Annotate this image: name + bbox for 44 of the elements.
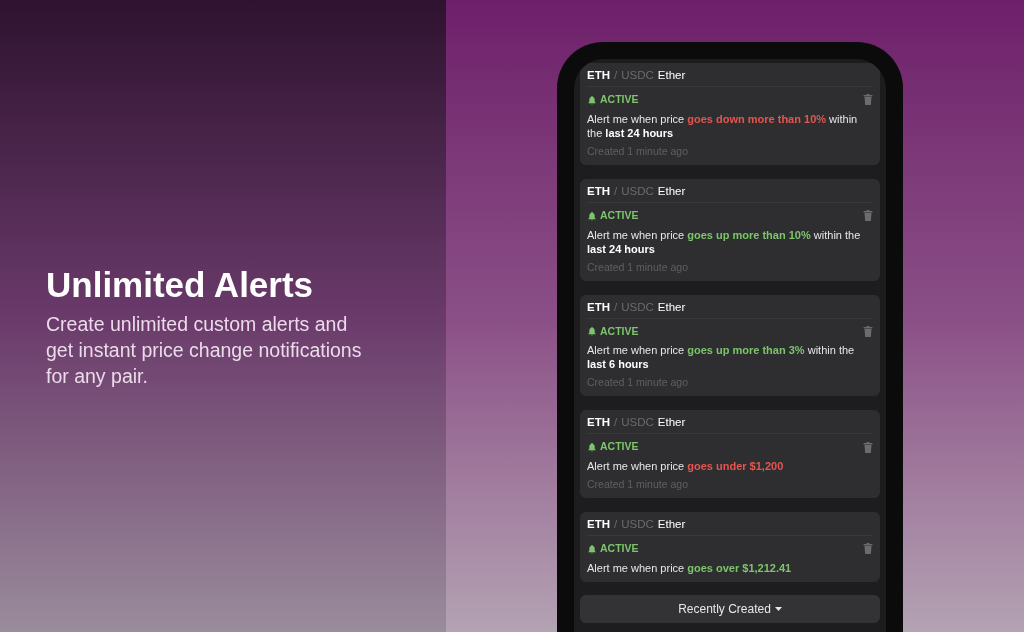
- status-label: ACTIVE: [600, 323, 639, 339]
- base-symbol: ETH: [587, 517, 610, 532]
- asset-name: Ether: [657, 68, 686, 83]
- quote-symbol: USDC: [621, 68, 654, 83]
- base-symbol: ETH: [587, 415, 610, 431]
- asset-name: Ether: [657, 299, 686, 315]
- asset-name: Ether: [657, 183, 686, 199]
- status-label: ACTIVE: [600, 439, 639, 455]
- caret-icon: [774, 607, 782, 611]
- quote-symbol: USDC: [621, 183, 654, 199]
- asset-name: Ether: [657, 517, 686, 532]
- trash-icon[interactable]: [863, 94, 873, 106]
- status-label: ACTIVE: [600, 541, 639, 556]
- pair-separator: /: [614, 415, 618, 431]
- base-symbol: ETH: [587, 299, 610, 315]
- asset-name: Ether: [657, 415, 686, 431]
- status-label: ACTIVE: [600, 207, 639, 223]
- bell-icon: [587, 326, 597, 337]
- alert-description: Alert me when price goes down more than 10% within the last 24 hours: [587, 111, 859, 140]
- trash-icon[interactable]: [863, 325, 873, 337]
- status-label: ACTIVE: [600, 92, 639, 107]
- alert-description: Alert me when price goes over $1,212.41: [587, 560, 793, 575]
- trash-icon[interactable]: [863, 543, 873, 555]
- sort-button[interactable]: Recently Created: [580, 595, 880, 623]
- bell-icon: [587, 543, 597, 554]
- quote-symbol: USDC: [621, 299, 654, 315]
- alert-description: Alert me when price goes under $1,200: [587, 459, 785, 473]
- pair-separator: /: [614, 183, 618, 199]
- pair-separator: /: [614, 299, 618, 315]
- quote-symbol: USDC: [621, 517, 654, 532]
- quote-symbol: USDC: [621, 415, 654, 431]
- base-symbol: ETH: [587, 68, 610, 83]
- bell-icon: [587, 210, 597, 221]
- pair-separator: /: [614, 517, 618, 532]
- bell-icon: [587, 442, 597, 453]
- trash-icon[interactable]: [863, 210, 873, 222]
- alert-description: Alert me when price goes up more than 10% within the last 24 hours: [587, 227, 862, 256]
- trash-icon[interactable]: [863, 441, 873, 453]
- promo-subtitle: Create unlimited custom alerts and get instant price change notifications for any pair.: [46, 311, 363, 389]
- base-symbol: ETH: [587, 183, 610, 199]
- promo-title: Unlimited Alerts: [46, 264, 315, 307]
- pair-separator: /: [614, 68, 618, 83]
- bell-icon: [587, 94, 597, 105]
- alert-description: Alert me when price goes up more than 3% within the last 6 hours: [587, 343, 856, 372]
